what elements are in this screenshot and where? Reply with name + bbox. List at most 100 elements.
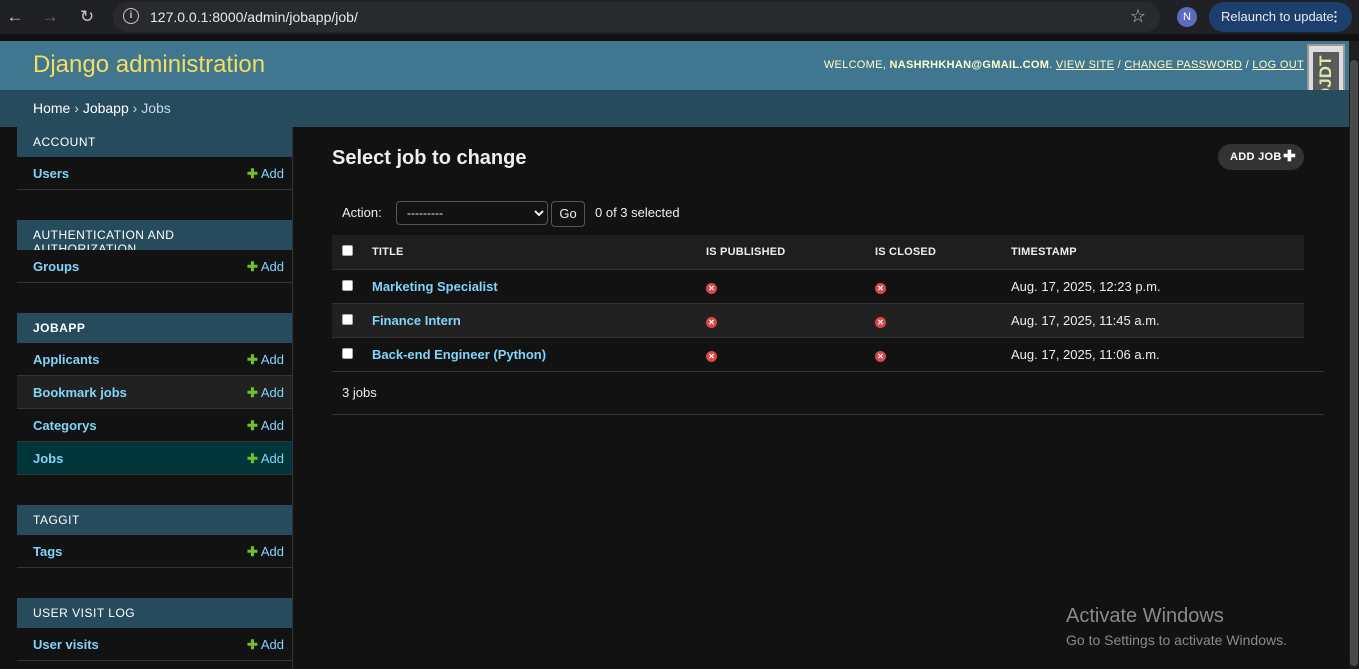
add-categorys-link[interactable]: ✚ Add [247, 418, 284, 434]
module-caption[interactable]: AUTHENTICATION AND AUTHORIZATION [17, 220, 292, 256]
closed-cell: ✕ [868, 303, 1004, 338]
sidebar-item-users[interactable]: Users ✚ Add [17, 157, 292, 190]
add-jobs-link[interactable]: ✚ Add [247, 451, 284, 467]
select-all-checkbox[interactable] [342, 244, 353, 256]
add-label: Add [260, 544, 284, 559]
module-caption[interactable]: USER VISIT LOG [17, 598, 292, 628]
bookmark-star-icon[interactable]: ☆ [1130, 6, 1146, 27]
add-label: Add [260, 166, 284, 181]
user-tools: WELCOME, NASHRHKHAN@GMAIL.COM. VIEW SITE… [823, 59, 1304, 71]
plus-icon: ✚ [246, 352, 258, 367]
forward-icon[interactable]: → [40, 7, 60, 27]
action-bar: Action: --------- Go 0 of 3 selected [332, 194, 1304, 232]
add-label: Add [260, 259, 284, 274]
no-icon: ✕ [706, 350, 717, 362]
add-bookmark-jobs-link[interactable]: ✚ Add [247, 385, 284, 401]
breadcrumb-app[interactable]: Jobapp [83, 100, 129, 116]
plus-icon: ✚ [246, 259, 258, 274]
column-header-is-published[interactable]: IS PUBLISHED [699, 235, 868, 270]
row-checkbox[interactable] [342, 279, 353, 291]
module-caption[interactable]: TAGGIT [17, 505, 292, 535]
no-icon: ✕ [875, 282, 886, 294]
add-user-visits-link[interactable]: ✚ Add [247, 637, 284, 653]
sidebar-item-label[interactable]: Users [33, 166, 69, 181]
module-caption[interactable]: ACCOUNT [17, 127, 292, 157]
plus-icon: ✚ [246, 418, 258, 433]
no-icon: ✕ [706, 316, 717, 328]
timestamp-cell: Aug. 17, 2025, 11:45 a.m. [1004, 303, 1304, 338]
job-title-link[interactable]: Marketing Specialist [372, 279, 498, 294]
no-icon: ✕ [706, 282, 717, 294]
menu-dots-icon[interactable]: ⋮ [1329, 2, 1342, 32]
sidebar-item-bookmark-jobs[interactable]: Bookmark jobs ✚ Add [17, 376, 292, 409]
page-scrollbar[interactable] [1349, 41, 1359, 669]
sidebar-item-categorys[interactable]: Categorys ✚ Add [17, 409, 292, 442]
page-title: Select job to change [332, 147, 527, 169]
column-header-title[interactable]: TITLE [365, 235, 699, 270]
add-job-button[interactable]: ADD JOB ✚ [1218, 144, 1304, 170]
sidebar-item-applicants[interactable]: Applicants ✚ Add [17, 343, 292, 376]
windows-activation-watermark: Activate Windows Go to Settings to activ… [1066, 605, 1287, 648]
user-email: NASHRHKHAN@GMAIL.COM [889, 59, 1050, 71]
address-bar[interactable]: i 127.0.0.1:8000/admin/jobapp/job/ ☆ [113, 2, 1160, 32]
relaunch-button[interactable]: Relaunch to update ⋮ [1209, 2, 1352, 32]
row-checkbox[interactable] [342, 313, 353, 325]
module-caption[interactable]: JOBAPP [17, 313, 292, 343]
select-all-cell [332, 235, 365, 270]
profile-avatar[interactable]: N [1177, 7, 1197, 27]
sidebar-item-label[interactable]: Applicants [33, 352, 99, 367]
go-button[interactable]: Go [551, 201, 585, 227]
sidebar-item-jobs[interactable]: Jobs ✚ Add [17, 442, 292, 475]
add-label: Add [260, 418, 284, 433]
column-header-is-closed[interactable]: IS CLOSED [868, 235, 1004, 270]
sidebar-item-label[interactable]: Categorys [33, 418, 97, 433]
row-checkbox[interactable] [342, 347, 353, 359]
sidebar-item-label[interactable]: Jobs [33, 451, 63, 466]
admin-header: Django administration WELCOME, NASHRHKHA… [0, 41, 1359, 90]
job-title-link[interactable]: Finance Intern [372, 313, 461, 328]
action-select[interactable]: --------- [396, 201, 548, 225]
plus-icon: ✚ [246, 166, 258, 181]
add-applicants-link[interactable]: ✚ Add [247, 352, 284, 368]
view-site-link[interactable]: VIEW SITE [1056, 59, 1114, 71]
row-select-cell [332, 269, 365, 304]
sidebar-item-tags[interactable]: Tags ✚ Add [17, 535, 292, 568]
scroll-thumb[interactable] [1350, 60, 1358, 666]
url-text[interactable]: 127.0.0.1:8000/admin/jobapp/job/ [150, 9, 358, 25]
sidebar-item-label[interactable]: User visits [33, 637, 99, 652]
table-row: Marketing Specialist ✕ ✕ Aug. 17, 2025, … [332, 269, 1304, 304]
module-auth: AUTHENTICATION AND AUTHORIZATION Groups … [17, 220, 292, 283]
add-label: Add [260, 451, 284, 466]
breadcrumb-home[interactable]: Home [33, 100, 70, 116]
change-password-link[interactable]: CHANGE PASSWORD [1124, 59, 1242, 71]
add-tags-link[interactable]: ✚ Add [247, 544, 284, 560]
add-groups-link[interactable]: ✚ Add [247, 259, 284, 275]
timestamp-cell: Aug. 17, 2025, 11:06 a.m. [1004, 337, 1304, 372]
back-icon[interactable]: ← [5, 7, 25, 27]
plus-icon: ✚ [246, 385, 258, 400]
separator: / [1245, 59, 1250, 71]
action-label: Action: [342, 205, 382, 220]
table-header-row: TITLE IS PUBLISHED IS CLOSED TIMESTAMP [332, 235, 1304, 270]
results-table: TITLE IS PUBLISHED IS CLOSED TIMESTAMP M… [332, 235, 1304, 372]
welcome-text: WELCOME, [823, 59, 890, 71]
sidebar-item-label[interactable]: Bookmark jobs [33, 385, 127, 400]
sidebar-item-user-visits[interactable]: User visits ✚ Add [17, 628, 292, 661]
reload-icon[interactable]: ↻ [77, 7, 97, 27]
sidebar-item-label[interactable]: Tags [33, 544, 62, 559]
sidebar-item-label[interactable]: Groups [33, 259, 79, 274]
module-jobapp: JOBAPP Applicants ✚ Add Bookmark jobs ✚ Ad… [17, 313, 292, 475]
add-users-link[interactable]: ✚ Add [247, 166, 284, 182]
row-select-cell [332, 303, 365, 338]
site-branding[interactable]: Django administration [33, 51, 265, 79]
site-info-icon[interactable]: i [123, 8, 139, 24]
sidebar-item-groups[interactable]: Groups ✚ Add [17, 250, 292, 283]
log-out-link[interactable]: LOG OUT [1252, 59, 1304, 71]
closed-cell: ✕ [868, 269, 1004, 304]
published-cell: ✕ [699, 337, 868, 372]
job-title-link[interactable]: Back-end Engineer (Python) [372, 347, 546, 362]
paginator: 3 jobs [332, 371, 1324, 415]
module-taggit: TAGGIT Tags ✚ Add [17, 505, 292, 568]
column-header-timestamp[interactable]: TIMESTAMP [1004, 235, 1304, 270]
title-cell: Back-end Engineer (Python) [365, 337, 699, 372]
